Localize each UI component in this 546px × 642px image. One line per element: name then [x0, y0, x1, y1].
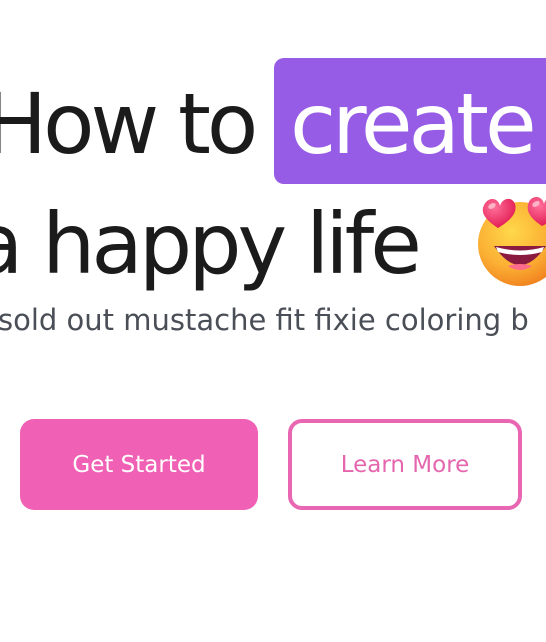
hero-section: How to create a happy life sold out must…	[0, 0, 546, 642]
headline-line-2: a happy life	[0, 186, 422, 302]
headline-highlight-text: create	[290, 75, 537, 173]
headline-text-part1: How to	[0, 75, 258, 173]
smiling-face-with-heart-eyes-icon	[472, 192, 546, 288]
get-started-button[interactable]: Get Started	[20, 419, 258, 510]
learn-more-button[interactable]: Learn More	[288, 419, 522, 510]
hero-subtitle: sold out mustache fit fixie coloring b	[0, 303, 529, 337]
headline-line-1: How to	[0, 66, 258, 182]
headline-text-line2: a happy life	[0, 195, 422, 293]
